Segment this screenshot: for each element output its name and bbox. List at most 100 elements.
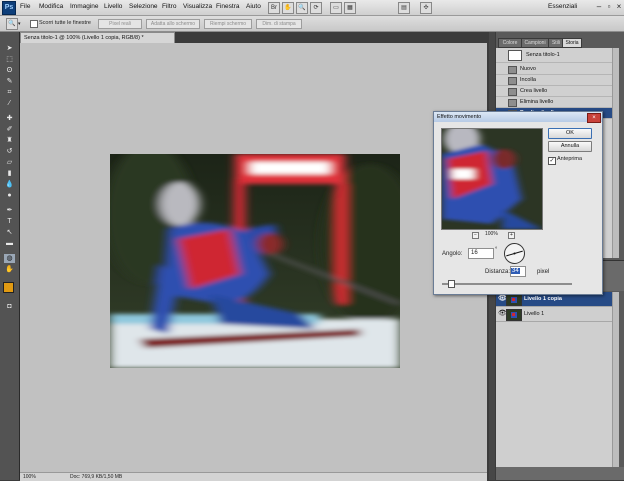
preview-label: Anteprima — [557, 156, 583, 162]
dialog-title-bar[interactable]: Effetto movimento — [434, 112, 602, 122]
toolbox: ➤ ⬚ ʘ ✎ ⌗ ⁄ ✚ ✐ ♜ ↺ ▱ ▮ 💧 ● ✒ T ↖ ▬ ◍ ✋ … — [0, 32, 20, 480]
layers-footer — [496, 467, 624, 480]
extras-icon[interactable]: ✣ — [420, 2, 432, 14]
preview-checkbox[interactable]: ✓ — [548, 157, 556, 165]
distance-value: 34 — [511, 268, 520, 274]
distance-slider-knob[interactable] — [447, 280, 455, 288]
menu-bar: Ps File Modifica Immagine Livello Selezi… — [0, 0, 624, 16]
angle-dial[interactable] — [504, 243, 525, 264]
history-snapshot[interactable]: Senza titolo-1 — [496, 48, 612, 63]
menu-modifica[interactable]: Modifica — [39, 3, 63, 10]
hand-icon[interactable]: ✋ — [282, 2, 294, 14]
layer-row[interactable]: 👁 Livello 1 — [496, 307, 612, 322]
menu-livello[interactable]: Livello — [104, 3, 122, 10]
dialog-close-icon[interactable]: × — [587, 113, 601, 123]
distance-input[interactable]: 34 — [510, 266, 526, 277]
restore-icon[interactable]: ▫ — [604, 2, 614, 12]
zoom-tool-icon[interactable]: 🔍 — [6, 18, 18, 30]
arrange-documents-icon[interactable]: ▦ — [344, 2, 356, 14]
path-select-icon[interactable]: ↖ — [4, 228, 15, 237]
tab-campioni[interactable]: Campioni — [521, 38, 549, 48]
zoom-icon[interactable]: 🔍 — [296, 2, 308, 14]
history-step-icon — [508, 66, 517, 74]
history-scrollbar[interactable] — [612, 48, 619, 258]
snapshot-thumbnail — [508, 50, 522, 61]
eyedropper-icon[interactable]: ⁄ — [4, 99, 15, 108]
type-tool-icon[interactable]: T — [4, 217, 15, 226]
minimize-icon[interactable]: – — [594, 2, 604, 12]
history-item[interactable]: Nuovo — [496, 64, 612, 75]
menu-finestra[interactable]: Finestra — [216, 3, 239, 10]
scroll-all-checkbox[interactable] — [30, 20, 38, 28]
layers-scrollbar[interactable] — [612, 292, 619, 467]
actual-pixels-button[interactable]: Pixel reali — [98, 19, 142, 29]
document-tab[interactable]: Senza titolo-1 @ 100% (Livello 1 copia, … — [20, 32, 175, 43]
menu-file[interactable]: File — [20, 3, 30, 10]
chevron-down-icon[interactable]: ▾ — [18, 21, 21, 27]
healing-brush-icon[interactable]: ✚ — [4, 114, 15, 123]
filter-preview[interactable] — [441, 128, 543, 230]
shape-tool-icon[interactable]: ▬ — [4, 239, 15, 248]
layer-name: Livello 1 — [524, 311, 545, 317]
zoom-in-button[interactable]: + — [508, 232, 515, 239]
tab-storia[interactable]: Storia — [562, 38, 582, 48]
fill-screen-button[interactable]: Riempi schermo — [204, 19, 252, 29]
rotate-view-icon[interactable]: ⟳ — [310, 2, 322, 14]
workspace-selector[interactable]: Essenziali — [548, 2, 594, 12]
layers-list: 👁 Livello 1 copia 👁 Livello 1 — [496, 292, 612, 467]
ski-racer-image — [110, 154, 400, 368]
menu-visualizza[interactable]: Visualizza — [183, 3, 212, 10]
quick-select-icon[interactable]: ✎ — [4, 77, 15, 86]
eye-icon[interactable]: 👁 — [498, 310, 507, 318]
menu-selezione[interactable]: Selezione — [129, 3, 158, 10]
foreground-color-swatch[interactable] — [3, 282, 14, 293]
menu-filtro[interactable]: Filtro — [162, 3, 176, 10]
marquee-tool-icon[interactable]: ⬚ — [4, 55, 15, 64]
ok-button[interactable]: OK — [548, 128, 592, 139]
distance-label: Distanza: — [485, 269, 511, 275]
photoshop-logo: Ps — [2, 1, 16, 15]
zoom-tool-icon[interactable]: ◍ — [4, 254, 15, 263]
crop-tool-icon[interactable]: ⌗ — [4, 88, 15, 97]
move-tool-icon[interactable]: ➤ — [4, 44, 15, 53]
layer-thumbnail — [506, 309, 522, 321]
distance-slider-track[interactable] — [442, 283, 572, 285]
cancel-button[interactable]: Annulla — [548, 141, 592, 152]
history-item[interactable]: Incolla — [496, 75, 612, 86]
gradient-icon[interactable]: ▮ — [4, 169, 15, 178]
hand-tool-icon[interactable]: ✋ — [4, 265, 15, 274]
lasso-tool-icon[interactable]: ʘ — [4, 66, 15, 75]
degree-symbol: ° — [495, 247, 498, 253]
screen-mode-icon[interactable]: ▭ — [330, 2, 342, 14]
fit-screen-button[interactable]: Adatta allo schermo — [146, 19, 200, 29]
history-item[interactable]: Crea livello — [496, 86, 612, 97]
quick-mask-icon[interactable]: ◘ — [4, 302, 15, 311]
menu-immagine[interactable]: Immagine — [70, 3, 99, 10]
preview-image — [442, 129, 542, 229]
history-brush-icon[interactable]: ↺ — [4, 147, 15, 156]
document-image[interactable] — [110, 154, 400, 368]
clone-stamp-icon[interactable]: ♜ — [4, 136, 15, 145]
angle-input[interactable]: 16 — [468, 248, 494, 259]
eye-icon[interactable]: 👁 — [498, 295, 507, 303]
close-icon[interactable]: × — [614, 2, 624, 12]
history-item[interactable]: Elimina livello — [496, 97, 612, 108]
layer-thumbnail — [506, 294, 522, 306]
tab-colore[interactable]: Colore — [498, 38, 522, 48]
angle-label: Angolo: — [442, 251, 463, 257]
blur-tool-icon[interactable]: 💧 — [4, 180, 15, 189]
distance-unit: pixel — [537, 269, 550, 275]
menu-aiuto[interactable]: Aiuto — [246, 3, 261, 10]
document-title: Senza titolo-1 @ 100% (Livello 1 copia, … — [24, 35, 144, 41]
print-size-button[interactable]: Dim. di stampa — [256, 19, 302, 29]
layout-icon[interactable]: ▤ — [398, 2, 410, 14]
history-step-icon — [508, 77, 517, 85]
brush-tool-icon[interactable]: ✐ — [4, 125, 15, 134]
dodge-tool-icon[interactable]: ● — [4, 191, 15, 200]
pen-tool-icon[interactable]: ✒ — [4, 206, 15, 215]
bridge-icon[interactable]: Br — [268, 2, 280, 14]
eraser-icon[interactable]: ▱ — [4, 158, 15, 167]
history-step-icon — [508, 99, 517, 107]
dialog-title: Effetto movimento — [437, 114, 482, 120]
zoom-out-button[interactable]: − — [472, 232, 479, 239]
